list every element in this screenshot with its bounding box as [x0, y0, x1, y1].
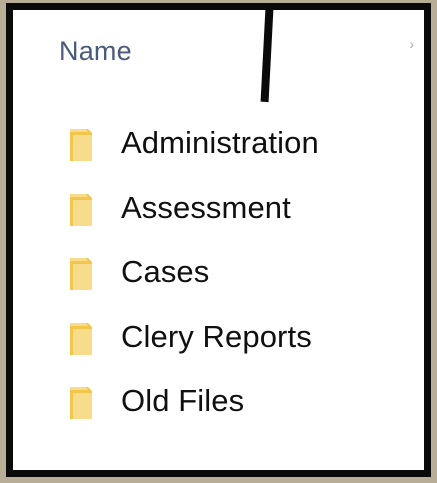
- file-explorer-frame: › Name Administration Assessment Cases C…: [6, 3, 431, 477]
- folder-icon: [70, 129, 92, 161]
- folder-item-administration[interactable]: Administration: [13, 115, 424, 180]
- folder-icon: [70, 322, 92, 355]
- file-list: Administration Assessment Cases Clery Re…: [13, 115, 424, 438]
- folder-item-cases[interactable]: Cases: [13, 244, 424, 309]
- annotation-pointer-line: [260, 10, 274, 103]
- folder-label: Assessment: [121, 189, 291, 225]
- folder-icon: [70, 258, 92, 290]
- name-column-header[interactable]: Name: [59, 36, 132, 67]
- folder-label: Clery Reports: [121, 318, 312, 354]
- folder-icon: [70, 193, 92, 226]
- folder-label: Old Files: [121, 383, 245, 418]
- folder-item-old-files[interactable]: Old Files: [13, 373, 424, 438]
- folder-label: Cases: [121, 254, 210, 289]
- folder-item-clery-reports[interactable]: Clery Reports: [13, 309, 424, 374]
- folder-item-assessment[interactable]: Assessment: [13, 180, 424, 245]
- folder-icon: [70, 387, 92, 419]
- folder-label: Administration: [121, 125, 319, 160]
- corner-arrow-icon: ›: [409, 36, 414, 52]
